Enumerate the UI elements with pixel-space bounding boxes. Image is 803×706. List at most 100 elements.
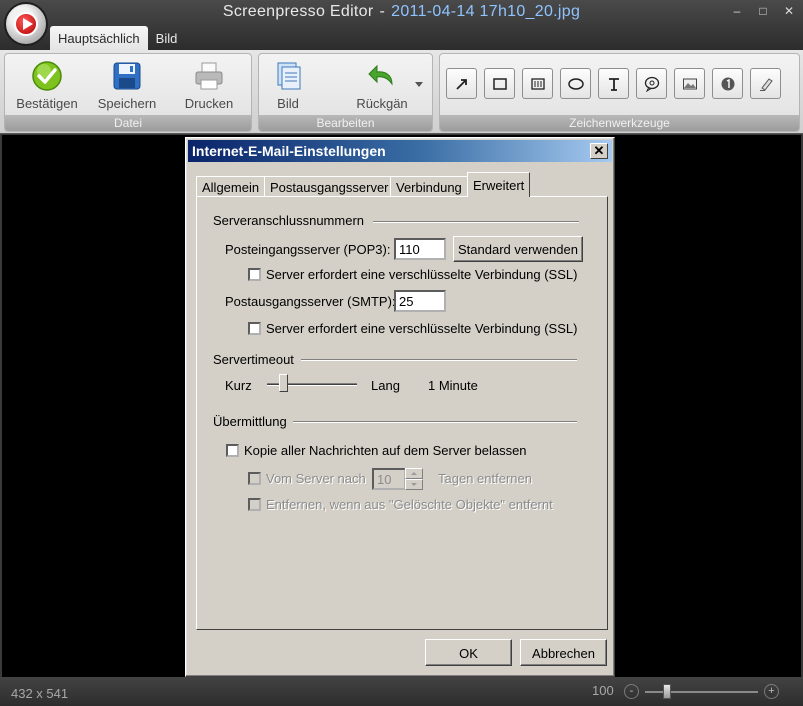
dialog-close-button[interactable]: ✕ (590, 143, 608, 159)
zoom-slider-track[interactable] (645, 691, 758, 693)
close-button[interactable]: ✕ (783, 4, 795, 18)
section-divider (293, 421, 577, 423)
remove-deleted-label: Entfernen, wenn aus "Gelöschte Objekte" … (266, 497, 553, 512)
file-name: 2011-04-14 17h10_20.jpg (391, 3, 581, 20)
smtp-ssl-label: Server erfordert eine verschlüsselte Ver… (266, 321, 578, 336)
picture-tool-button[interactable] (674, 68, 705, 99)
undo-label: Rückgän (356, 96, 408, 111)
pop3-ssl-label: Server erfordert eine verschlüsselte Ver… (266, 267, 578, 282)
floppy-disk-icon (113, 62, 141, 90)
undo-dropdown-arrow[interactable] (415, 82, 423, 87)
tab-postausgangsserver[interactable]: Postausgangsserver (264, 176, 395, 196)
picture-tool-icon (683, 78, 697, 90)
window-controls: – □ ✕ (731, 4, 795, 18)
arrow-tool-icon (456, 79, 467, 90)
timeout-slider-thumb[interactable] (279, 374, 289, 392)
checkmark-icon (32, 61, 62, 91)
dialog-title-bar[interactable]: Internet-E-Mail-Einstellungen ✕ (188, 140, 612, 162)
highlighter-tool-button[interactable] (750, 68, 781, 99)
section-title-ports: Serveranschlussnummern (213, 213, 365, 228)
group-label-zeichenwerkzeuge: Zeichenwerkzeuge (440, 115, 799, 131)
section-divider (301, 359, 577, 361)
tab-allgemein[interactable]: Allgemein (196, 176, 266, 196)
ribbon: Bestätigen Speichern Drucken Datei Bild … (0, 50, 803, 134)
smtp-ssl-checkbox[interactable] (248, 322, 261, 335)
save-label: Speichern (97, 96, 157, 111)
arrow-tool-button[interactable] (446, 68, 477, 99)
pop3-port-field[interactable]: 110 (394, 238, 446, 260)
tab-verbindung[interactable]: Verbindung (390, 176, 468, 196)
minimize-button[interactable]: – (731, 4, 743, 18)
timeout-long-label: Lang (371, 378, 400, 393)
title-bar: Screenpresso Editor -2011-04-14 17h10_20.… (0, 0, 803, 50)
blur-rectangle-tool-button[interactable] (522, 68, 553, 99)
text-tool-icon (609, 78, 619, 91)
numbered-step-tool-button[interactable] (712, 68, 743, 99)
ellipse-tool-icon (568, 78, 584, 90)
tab-panel-erweitert: Serveranschlussnummern Posteingangsserve… (196, 196, 608, 630)
status-bar: 432 x 541 100 - + (0, 677, 803, 706)
timeout-short-label: Kurz (225, 378, 252, 393)
image-label: Bild (277, 96, 299, 111)
smtp-label: Postausgangsserver (SMTP): (225, 294, 396, 309)
blur-rectangle-tool-icon (531, 78, 545, 90)
app-name: Screenpresso Editor (222, 3, 374, 20)
pop3-ssl-checkbox[interactable] (248, 268, 261, 281)
days-spinner[interactable] (405, 468, 423, 490)
keep-copy-checkbox[interactable] (226, 444, 239, 457)
ellipse-tool-button[interactable] (560, 68, 591, 99)
ribbon-tabs: Hauptsächlich Bild (50, 26, 185, 50)
save-button[interactable]: Speichern (89, 58, 165, 114)
pop3-label: Posteingangsserver (POP3): (225, 242, 391, 257)
zoom-slider-thumb[interactable] (663, 684, 671, 699)
remove-after-checkbox[interactable] (248, 472, 261, 485)
ribbon-group-bearbeiten: Bild Rückgän Bearbeiten (258, 53, 433, 132)
text-tool-button[interactable] (598, 68, 629, 99)
print-button[interactable]: Drucken (171, 58, 247, 114)
image-button[interactable]: Bild (250, 58, 326, 114)
window-title: Screenpresso Editor -2011-04-14 17h10_20.… (0, 3, 803, 21)
remove-after-days-field[interactable]: 10 (372, 468, 406, 490)
maximize-button[interactable]: □ (757, 4, 769, 18)
ribbon-group-zeichenwerkzeuge: Zeichenwerkzeuge (439, 53, 800, 132)
rectangle-tool-button[interactable] (484, 68, 515, 99)
remove-deleted-checkbox[interactable] (248, 498, 261, 511)
print-label: Drucken (184, 96, 234, 111)
section-divider (373, 221, 579, 223)
zoom-value: 100 (592, 683, 614, 698)
printer-icon (195, 62, 223, 90)
zoom-in-button[interactable]: + (764, 684, 779, 699)
tab-erweitert[interactable]: Erweitert (467, 172, 531, 197)
use-default-button[interactable]: Standard verwenden (453, 236, 583, 262)
callout-tool-button[interactable] (636, 68, 667, 99)
highlighter-tool-icon (760, 78, 773, 91)
cancel-button[interactable]: Abbrechen (520, 639, 607, 666)
ok-button[interactable]: OK (425, 639, 512, 666)
email-settings-dialog: Internet-E-Mail-Einstellungen ✕ Allgemei… (185, 137, 615, 677)
zoom-out-button[interactable]: - (624, 684, 639, 699)
numbered-step-tool-icon (721, 77, 735, 91)
section-title-timeout: Servertimeout (213, 352, 294, 367)
image-dimensions: 432 x 541 (11, 686, 69, 701)
tab-hauptsaechlich[interactable]: Hauptsächlich (50, 26, 148, 50)
remove-after-prefix: Vom Server nach (266, 471, 366, 486)
image-stack-icon (277, 62, 301, 90)
undo-button[interactable]: Rückgän (344, 58, 420, 114)
spinner-down-icon[interactable] (405, 479, 423, 490)
timeout-value: 1 Minute (428, 378, 478, 393)
smtp-port-field[interactable]: 25 (394, 290, 446, 312)
group-label-bearbeiten: Bearbeiten (259, 115, 432, 131)
keep-copy-label: Kopie aller Nachrichten auf dem Server b… (244, 443, 527, 458)
callout-tool-icon (644, 76, 660, 92)
confirm-button[interactable]: Bestätigen (9, 58, 85, 114)
section-title-delivery: Übermittlung (213, 414, 287, 429)
dialog-title: Internet-E-Mail-Einstellungen (192, 143, 386, 159)
ribbon-group-datei: Bestätigen Speichern Drucken Datei (4, 53, 252, 132)
tab-bild[interactable]: Bild (148, 26, 186, 50)
rectangle-tool-icon (493, 78, 507, 90)
confirm-label: Bestätigen (16, 96, 78, 111)
spinner-up-icon[interactable] (405, 468, 423, 479)
group-label-datei: Datei (5, 115, 251, 131)
undo-arrow-icon (368, 64, 393, 86)
title-separator: - (379, 3, 386, 20)
